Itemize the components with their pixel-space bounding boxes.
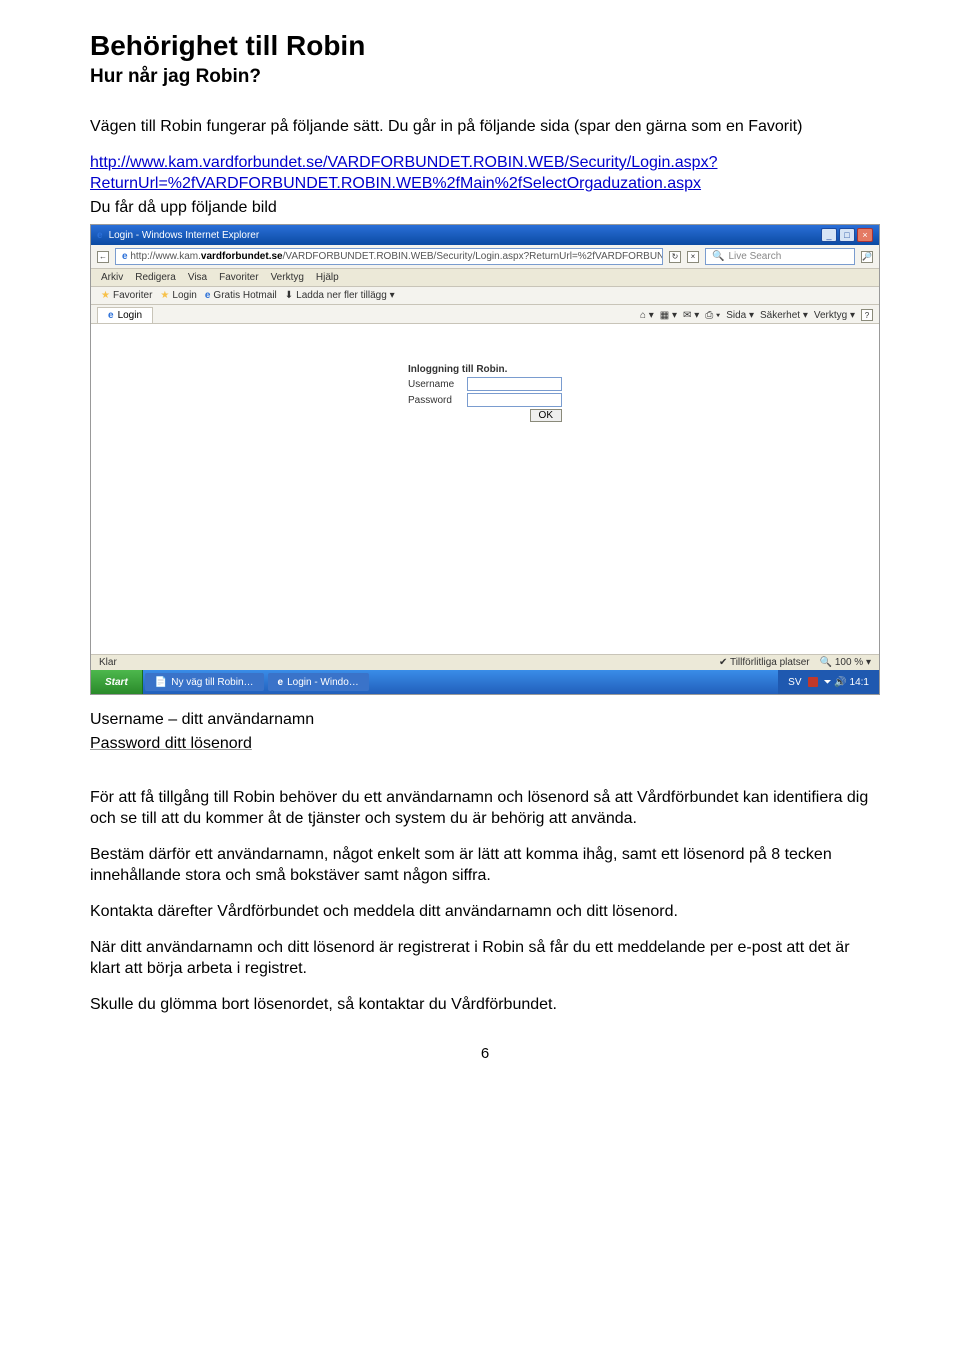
page-icon: e — [122, 251, 128, 262]
robin-login-link[interactable]: http://www.kam.vardforbundet.se/VARDFORB… — [90, 154, 717, 193]
addon-icon: ⬇ — [285, 290, 293, 301]
page-subheading: Hur når jag Robin? — [90, 66, 880, 88]
favorites-button[interactable]: ★Favoriter — [101, 290, 152, 301]
ok-button[interactable]: OK — [530, 409, 562, 422]
close-button[interactable]: × — [857, 228, 873, 242]
window-title: Login - Windows Internet Explorer — [109, 230, 260, 241]
favbar-login[interactable]: ★Login — [160, 290, 196, 301]
menu-hjalp[interactable]: Hjälp — [316, 272, 339, 283]
command-bar: ⌂ ▾ ▦ ▾ ✉ ▾ ⎙ ▾ Sida ▾ Säkerhet ▾ Verkty… — [640, 309, 873, 321]
feeds-button[interactable]: ▦ ▾ — [660, 310, 677, 321]
tools-menu[interactable]: Verktyg ▾ — [814, 310, 855, 321]
ie-icon: e — [97, 230, 103, 241]
menu-visa[interactable]: Visa — [188, 272, 207, 283]
refresh-icon[interactable]: ↻ — [669, 251, 681, 263]
paragraph-5: Skulle du glömma bort lösenordet, så kon… — [90, 994, 880, 1016]
page-heading: Behörighet till Robin — [90, 30, 880, 62]
username-label: Username — [408, 379, 463, 390]
page-menu[interactable]: Sida ▾ — [726, 310, 754, 321]
url-host: vardforbundet.se — [201, 251, 283, 262]
paragraph-3: Kontakta därefter Vårdförbundet och medd… — [90, 901, 880, 923]
password-input[interactable] — [467, 393, 562, 407]
paragraph-4: När ditt användarnamn och ditt lösenord … — [90, 937, 880, 980]
url-path: /VARDFORBUNDET.ROBIN.WEB/Security/Login.… — [283, 251, 663, 262]
paragraph-1: För att få tillgång till Robin behöver d… — [90, 787, 880, 830]
windows-taskbar: Start 📄Ny väg till Robin… eLogin - Windo… — [91, 670, 879, 694]
menu-bar: Arkiv Redigera Visa Favoriter Verktyg Hj… — [91, 269, 879, 287]
password-label: Password — [408, 395, 463, 406]
menu-arkiv[interactable]: Arkiv — [101, 272, 123, 283]
security-shield-icon — [808, 677, 818, 687]
intro-paragraph-1: Vägen till Robin fungerar på följande sä… — [90, 116, 880, 138]
address-bar: ← e http://www.kam.vardforbundet.se/VARD… — [91, 245, 879, 269]
page-number: 6 — [90, 1045, 880, 1062]
ie-small-icon: e — [205, 290, 211, 301]
safety-menu[interactable]: Säkerhet ▾ — [760, 310, 808, 321]
status-ready: Klar — [99, 657, 117, 668]
zoom-control[interactable]: 🔍 100 % ▾ — [820, 657, 871, 668]
word-icon: 📄 — [155, 677, 167, 688]
start-button[interactable]: Start — [91, 670, 143, 694]
back-arrow-icon[interactable]: ← — [97, 251, 109, 263]
username-input[interactable] — [467, 377, 562, 391]
intro-paragraph-2: Du får då upp följande bild — [90, 197, 880, 219]
tab-strip: e Login ⌂ ▾ ▦ ▾ ✉ ▾ ⎙ ▾ Sida ▾ Säkerhet … — [91, 305, 879, 324]
menu-favoriter[interactable]: Favoriter — [219, 272, 258, 283]
tab-icon: e — [108, 310, 114, 321]
favbar-hotmail[interactable]: eGratis Hotmail — [205, 290, 277, 301]
star-icon: ★ — [101, 290, 110, 301]
search-icon: 🔍 — [712, 251, 724, 262]
paragraph-2: Bestäm därför ett användarnamn, något en… — [90, 844, 880, 887]
password-note: Password ditt lösenord — [90, 733, 880, 755]
system-tray[interactable]: SV ⏷ 🔊 14:1 — [778, 670, 879, 694]
login-title: Inloggning till Robin. — [408, 364, 562, 375]
tab-label: Login — [118, 310, 142, 321]
search-placeholder: Live Search — [728, 251, 781, 262]
address-input[interactable]: e http://www.kam.vardforbundet.se/VARDFO… — [115, 248, 663, 265]
star-icon: ★ — [160, 290, 169, 301]
ie-small-icon: e — [278, 677, 284, 688]
favorites-bar: ★Favoriter ★Login eGratis Hotmail ⬇Ladda… — [91, 287, 879, 305]
menu-verktyg[interactable]: Verktyg — [271, 272, 304, 283]
window-titlebar: e Login - Windows Internet Explorer _ □ … — [91, 225, 879, 245]
zone-label: ✔ Tillförlitliga platser — [719, 657, 810, 668]
lang-indicator[interactable]: SV — [788, 677, 801, 688]
login-form: Inloggning till Robin. Username Password… — [408, 364, 562, 422]
help-button[interactable]: ? — [861, 309, 873, 321]
menu-redigera[interactable]: Redigera — [135, 272, 176, 283]
search-box[interactable]: 🔍 Live Search — [705, 248, 855, 265]
username-note: Username – ditt användarnamn — [90, 709, 880, 731]
shield-icon: ✔ — [719, 657, 727, 668]
print-button[interactable]: ⎙ ▾ — [705, 310, 720, 321]
minimize-button[interactable]: _ — [821, 228, 837, 242]
maximize-button[interactable]: □ — [839, 228, 855, 242]
home-button[interactable]: ⌂ ▾ — [640, 310, 654, 321]
status-bar: Klar ✔ Tillförlitliga platser 🔍 100 % ▾ — [91, 654, 879, 670]
page-content: Inloggning till Robin. Username Password… — [91, 324, 879, 654]
stop-icon[interactable]: × — [687, 251, 699, 263]
embedded-screenshot: e Login - Windows Internet Explorer _ □ … — [90, 224, 880, 695]
tray-icons: ⏷ 🔊 14:1 — [824, 677, 869, 688]
readmail-button[interactable]: ✉ ▾ — [683, 310, 699, 321]
taskbar-item-1[interactable]: 📄Ny väg till Robin… — [145, 673, 264, 691]
taskbar-item-2[interactable]: eLogin - Windo… — [268, 673, 369, 691]
search-go-icon[interactable]: 🔎 — [861, 251, 873, 263]
tab-login[interactable]: e Login — [97, 307, 153, 323]
favbar-addons[interactable]: ⬇Ladda ner fler tillägg ▾ — [285, 290, 395, 301]
